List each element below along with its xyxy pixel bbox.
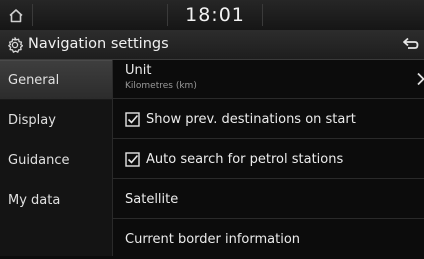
status-divider bbox=[262, 4, 263, 26]
show-prev-destinations-setting[interactable]: Show prev. destinations on start bbox=[113, 100, 424, 139]
header-bar: Navigation settings bbox=[0, 31, 424, 60]
setting-value: Kilometres (km) bbox=[125, 81, 197, 91]
status-divider bbox=[32, 4, 33, 26]
satellite-setting[interactable]: Satellite bbox=[113, 180, 424, 219]
chevron-right-icon bbox=[417, 72, 424, 86]
home-icon bbox=[9, 8, 23, 22]
sidebar-item-label: General bbox=[8, 72, 60, 88]
setting-label: Unit bbox=[125, 63, 152, 78]
sidebar-item-display[interactable]: Display bbox=[0, 100, 112, 140]
settings-list: Unit Kilometres (km) Show prev. destinat… bbox=[113, 60, 424, 256]
sidebar-item-general[interactable]: General bbox=[0, 60, 112, 100]
setting-label: Auto search for petrol stations bbox=[146, 151, 344, 167]
clock: 18:01 bbox=[185, 4, 245, 26]
status-bar: 18:01 bbox=[0, 0, 424, 31]
page-title: Navigation settings bbox=[28, 36, 169, 52]
checkbox-icon[interactable] bbox=[125, 151, 140, 167]
sidebar-item-label: Display bbox=[8, 112, 56, 128]
home-button[interactable] bbox=[0, 0, 32, 30]
auto-search-petrol-setting[interactable]: Auto search for petrol stations bbox=[113, 140, 424, 179]
gear-icon bbox=[8, 37, 24, 53]
setting-label: Satellite bbox=[125, 191, 179, 207]
checkbox-icon[interactable] bbox=[125, 111, 140, 127]
setting-label: Show prev. destinations on start bbox=[146, 111, 356, 127]
sidebar: General Display Guidance My data bbox=[0, 60, 113, 256]
setting-label: Current border information bbox=[125, 232, 301, 247]
unit-setting[interactable]: Unit Kilometres (km) bbox=[113, 60, 424, 99]
back-icon bbox=[403, 37, 419, 49]
sidebar-item-label: Guidance bbox=[8, 152, 70, 168]
sidebar-item-label: My data bbox=[8, 192, 61, 208]
back-button[interactable] bbox=[396, 34, 422, 56]
border-info-setting[interactable]: Current border information bbox=[113, 220, 424, 259]
sidebar-item-my-data[interactable]: My data bbox=[0, 180, 112, 220]
sidebar-item-guidance[interactable]: Guidance bbox=[0, 140, 112, 180]
